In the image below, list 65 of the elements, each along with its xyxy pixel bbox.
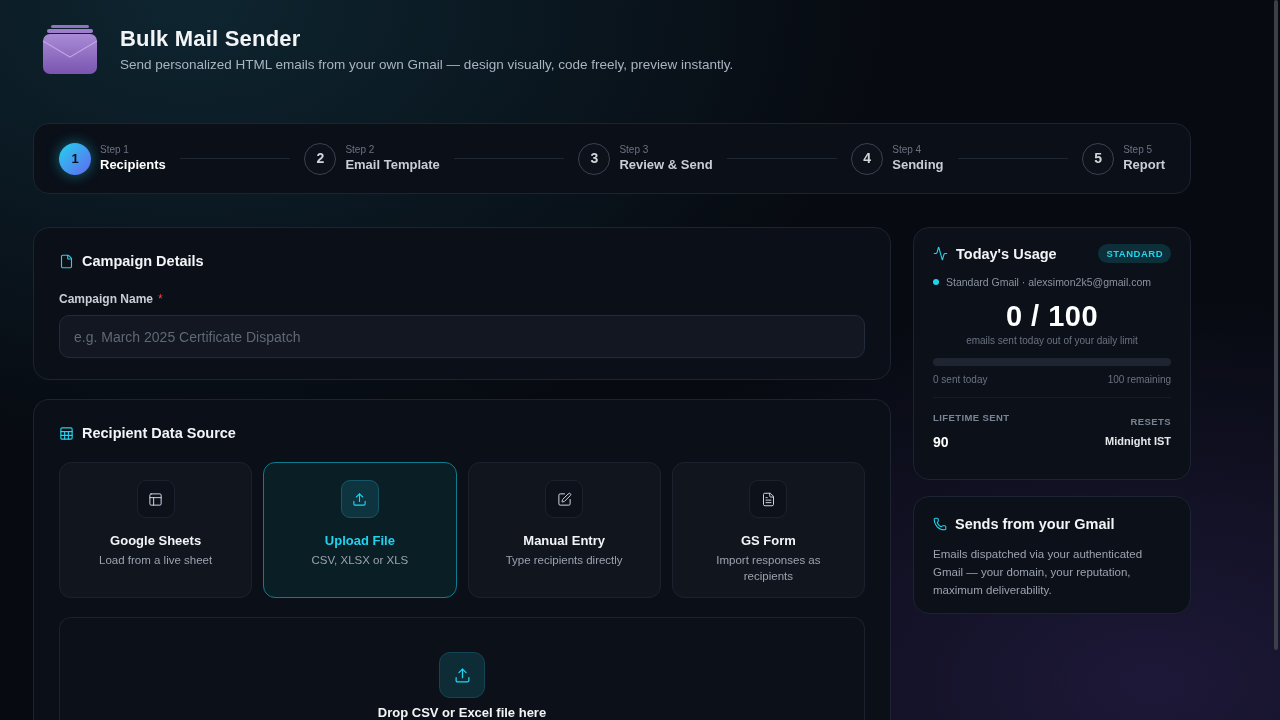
- remaining-text: 100 remaining: [1107, 373, 1171, 386]
- sent-today-text: 0 sent today: [933, 373, 988, 386]
- step-caption: Step 1: [100, 143, 130, 156]
- source-option[interactable]: GS Form Import responses as recipients: [671, 462, 865, 598]
- step-item[interactable]: 3 Step 3 Review & Send: [578, 142, 713, 175]
- step-label: Recipients: [100, 156, 166, 174]
- file-icon: [59, 253, 74, 269]
- file-dropzone[interactable]: Drop CSV or Excel file here: [59, 617, 865, 720]
- required-mark: *: [158, 292, 163, 307]
- resets-label: RESETS: [1130, 416, 1171, 428]
- account-text: Standard Gmail · alexsimon2k5@gmail.com: [946, 275, 1151, 289]
- source-option[interactable]: Manual Entry Type recipients directly: [467, 462, 661, 598]
- dropzone-text: Drop CSV or Excel file here: [377, 705, 547, 720]
- step-caption: Step 2: [345, 143, 376, 156]
- option-description: Import responses as recipients: [715, 553, 822, 584]
- layout-icon: [136, 480, 175, 518]
- option-title: Manual Entry: [523, 532, 605, 549]
- option-title: Upload File: [324, 532, 395, 549]
- pulse-icon: [933, 246, 948, 261]
- lifetime-value: 90: [933, 434, 950, 450]
- gmail-info-text: Emails dispatched via your authenticated Gmail — your domain, your reputation, maximum deliverability.: [933, 547, 1144, 598]
- scrollbar-thumb[interactable]: [1274, 0, 1278, 650]
- step-item[interactable]: 2 Step 2 Email Template: [304, 142, 440, 175]
- step-caption: Step 3: [619, 143, 650, 156]
- upload-icon: [340, 480, 379, 518]
- step-item[interactable]: 5 Step 5 Report: [1082, 142, 1166, 175]
- step-label: Review & Send: [619, 156, 713, 174]
- option-title: Google Sheets: [110, 532, 202, 549]
- step-item[interactable]: 1 Step 1 Recipients: [59, 142, 166, 175]
- lifetime-label: LIFETIME SENT: [933, 412, 1010, 424]
- campaign-name-input[interactable]: e.g. March 2025 Certificate Dispatch: [59, 315, 865, 358]
- field-label: Campaign Name: [59, 292, 154, 307]
- document-icon: [749, 480, 788, 518]
- step-caption: Step 4: [892, 143, 923, 156]
- resets-value: Midnight IST: [1105, 434, 1171, 448]
- step-label: Sending: [892, 156, 944, 174]
- card-title: Recipient Data Source: [82, 424, 236, 442]
- step-caption: Step 5: [1123, 143, 1154, 156]
- option-description: Load from a live sheet: [99, 553, 213, 568]
- card-title: Campaign Details: [82, 252, 204, 270]
- step-item[interactable]: 4 Step 4 Sending: [851, 142, 944, 175]
- plan-badge: STANDARD: [1098, 244, 1171, 263]
- step-number: 4: [851, 142, 884, 175]
- phone-icon: [933, 517, 947, 531]
- card-title: Today's Usage: [956, 244, 1057, 263]
- card-title: Sends from your Gmail: [955, 515, 1115, 533]
- step-number: 5: [1082, 142, 1115, 175]
- pencil-square-icon: [545, 480, 584, 518]
- step-number: 3: [578, 142, 611, 175]
- usage-caption: emails sent today out of your daily limit: [965, 334, 1139, 348]
- source-option[interactable]: Upload File CSV, XLSX or XLS: [263, 462, 457, 598]
- step-number: 1: [59, 142, 91, 175]
- upload-icon: [439, 652, 485, 698]
- app-title: Bulk Mail Sender: [120, 26, 302, 52]
- usage-count: 0 / 100: [1004, 299, 1100, 333]
- option-description: CSV, XLSX or XLS: [311, 553, 409, 568]
- step-label: Report: [1123, 156, 1166, 174]
- option-description: Type recipients directly: [505, 553, 623, 568]
- source-option[interactable]: Google Sheets Load from a live sheet: [59, 462, 253, 598]
- step-label: Email Template: [345, 156, 440, 174]
- envelope-logo-icon: [42, 25, 98, 75]
- option-title: GS Form: [740, 532, 796, 549]
- app-subtitle: Send personalized HTML emails from your own Gmail — design visually, code freely, preview instantly.: [120, 56, 734, 74]
- table-icon: [59, 425, 74, 441]
- step-number: 2: [304, 142, 337, 175]
